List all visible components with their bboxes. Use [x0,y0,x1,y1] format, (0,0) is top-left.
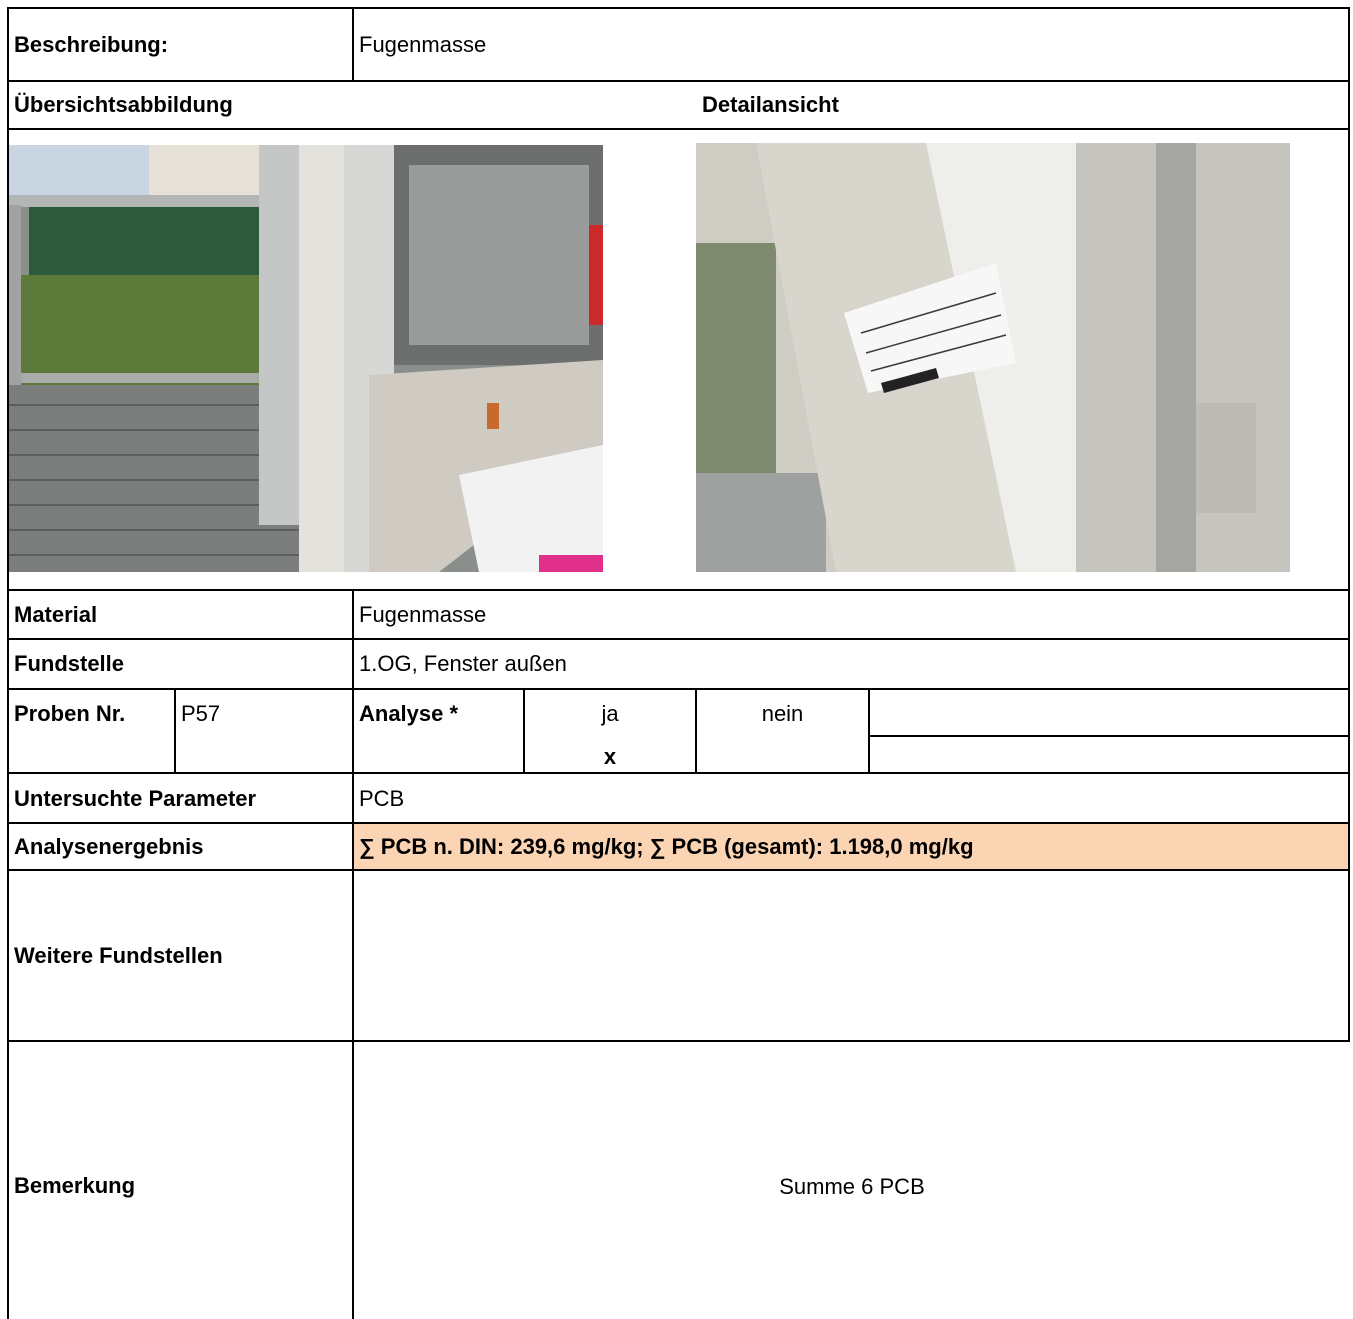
analyse-label: Analyse * [359,701,459,726]
proben-nr-value: P57 [181,701,221,726]
detail-photo [696,143,1290,572]
fundstelle-value: 1.OG, Fenster außen [359,651,567,676]
ergebnis-label: Analysenergebnis [14,834,204,859]
ergebnis-value: ∑ PCB n. DIN: 239,6 mg/kg; ∑ PCB (gesamt… [359,834,974,859]
beschreibung-value: Fugenmasse [359,32,487,57]
fundstelle-label: Fundstelle [14,651,125,676]
overview-image-label: Übersichtsabbildung [14,92,233,117]
material-label: Material [14,602,98,627]
analyse-ja-mark: x [603,744,617,769]
beschreibung-label: Beschreibung: [14,32,169,57]
bemerkung-value: Summe 6 PCB [779,1174,925,1199]
bemerkung-label: Bemerkung [14,1173,136,1198]
parameter-label: Untersuchte Parameter [14,786,257,811]
proben-nr-label: Proben Nr. [14,701,126,726]
detail-image-label: Detailansicht [702,92,839,117]
parameter-value: PCB [359,786,405,811]
overview-photo [9,145,603,572]
weitere-fundstellen-label: Weitere Fundstellen [14,943,223,968]
analyse-ja-label: ja [601,701,619,726]
material-value: Fugenmasse [359,602,487,627]
analyse-nein-label: nein [761,701,804,726]
